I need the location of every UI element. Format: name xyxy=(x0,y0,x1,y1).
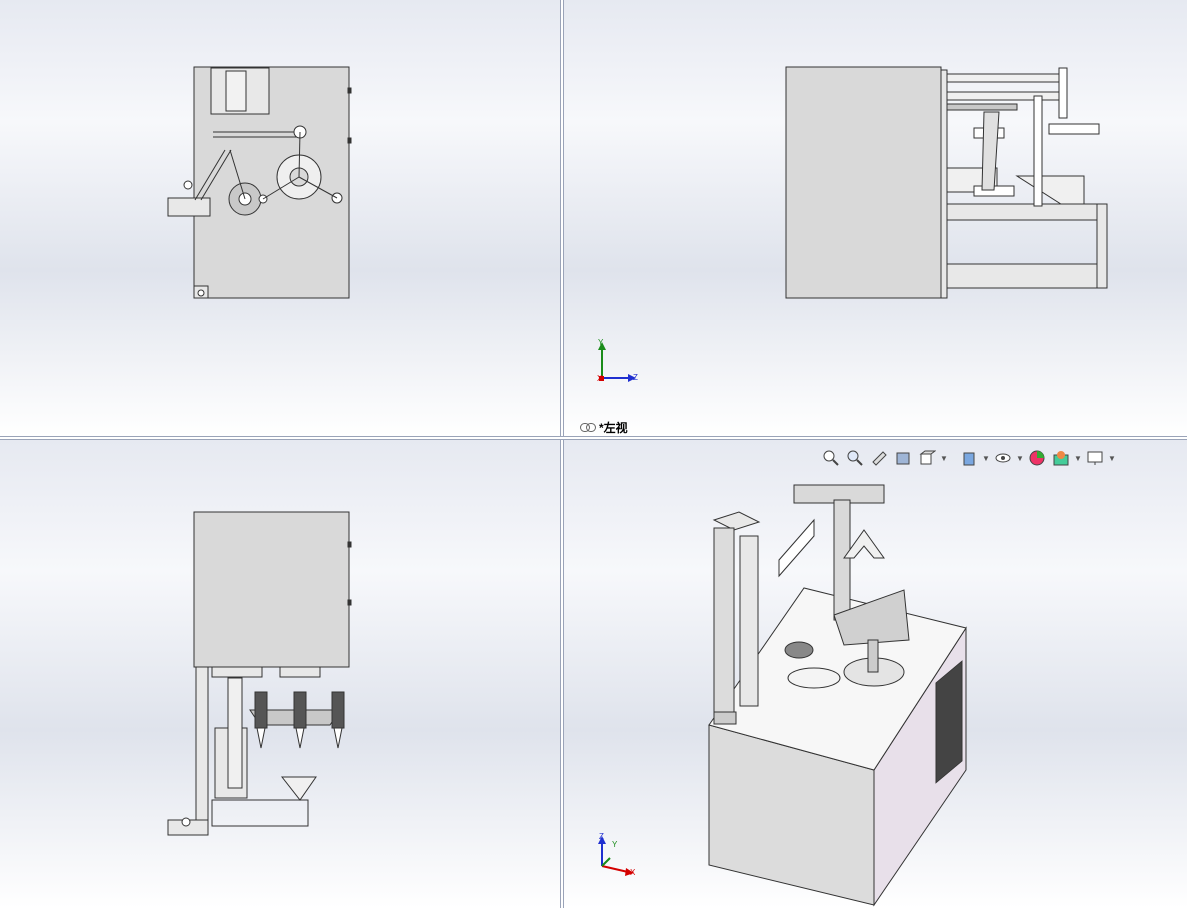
edit-appearance-icon[interactable] xyxy=(1026,447,1048,469)
link-icon xyxy=(580,423,596,432)
previous-view-icon[interactable] xyxy=(868,447,890,469)
viewport-isometric[interactable]: Z Y X xyxy=(564,440,1187,908)
triad-left-axis-x: X xyxy=(597,374,603,383)
viewport-splitter-vertical[interactable] xyxy=(560,0,564,908)
triad-iso-axis-z: Z xyxy=(599,832,604,841)
view-settings-caret[interactable]: ▼ xyxy=(1108,454,1116,463)
view-name-text: *左视 xyxy=(599,421,628,435)
display-style-caret[interactable]: ▼ xyxy=(982,454,990,463)
viewport-front[interactable] xyxy=(0,0,560,436)
view-orientation-caret[interactable]: ▼ xyxy=(940,454,948,463)
viewport-left[interactable]: Y Z X *左视 xyxy=(564,0,1187,436)
heads-up-view-toolbar: ▼ ▼ ▼ ▼ ▼ xyxy=(820,446,1116,470)
display-style-icon[interactable] xyxy=(958,447,980,469)
triad-left-axis-z: Z xyxy=(633,373,638,382)
apply-scene-icon[interactable] xyxy=(1050,447,1072,469)
view-settings-icon[interactable] xyxy=(1084,447,1106,469)
viewport-splitter-horizontal[interactable] xyxy=(0,436,1187,440)
triad-iso-axis-y: Y xyxy=(612,840,618,849)
isometric-view-drawing xyxy=(708,484,967,907)
front-view-drawing xyxy=(167,66,352,299)
zoom-to-fit-icon[interactable] xyxy=(820,447,842,469)
hide-show-caret[interactable]: ▼ xyxy=(1016,454,1024,463)
view-orientation-icon[interactable] xyxy=(916,447,938,469)
triad-left-axis-y: Y xyxy=(598,338,604,347)
left-view-drawing xyxy=(785,66,1108,299)
hide-show-icon[interactable] xyxy=(992,447,1014,469)
triad-iso-axis-x: X xyxy=(630,868,636,877)
zoom-to-area-icon[interactable] xyxy=(844,447,866,469)
top-view-drawing xyxy=(167,511,352,836)
view-name-label: *左视 xyxy=(580,419,628,436)
section-view-icon[interactable] xyxy=(892,447,914,469)
apply-scene-caret[interactable]: ▼ xyxy=(1074,454,1082,463)
viewport-top[interactable] xyxy=(0,440,560,908)
